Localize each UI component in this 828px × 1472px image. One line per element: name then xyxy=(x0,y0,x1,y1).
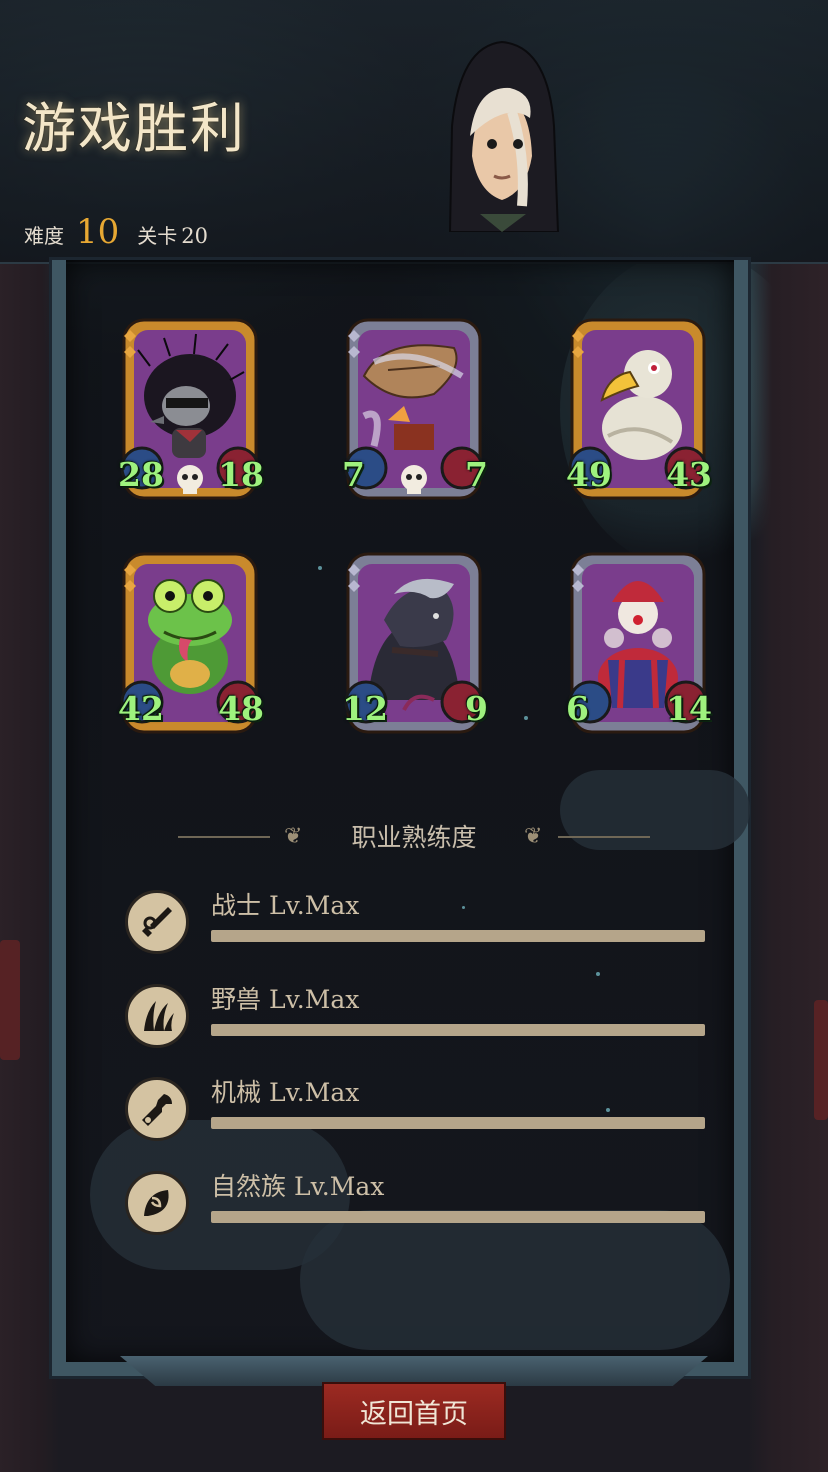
mastery-progress-fill xyxy=(211,1211,705,1223)
sparkle xyxy=(596,972,600,976)
red-glow xyxy=(814,1000,828,1120)
card-attack: 28 xyxy=(118,455,164,494)
red-glow xyxy=(0,940,20,1060)
leaf-icon xyxy=(125,1171,189,1235)
victory-title: 游戏胜利 xyxy=(22,97,246,160)
class-level: Lv.Max xyxy=(269,985,360,1014)
difficulty-value: 10 xyxy=(76,212,120,252)
card-wolf[interactable]: 12 9 xyxy=(342,550,488,736)
card-attack: 42 xyxy=(118,689,164,728)
run-info: 难度 10 关卡 20 xyxy=(24,212,208,252)
class-level: Lv.Max xyxy=(294,1172,385,1201)
result-header: 游戏胜利 难度 10 关卡 20 xyxy=(0,0,828,264)
sparkle xyxy=(318,566,322,570)
difficulty-label: 难度 xyxy=(24,224,64,248)
class-name: 战士 xyxy=(211,891,262,920)
mastery-label: 自然族 Lv.Max xyxy=(211,1167,384,1203)
class-level: Lv.Max xyxy=(269,1078,360,1107)
card-frog[interactable]: 42 48 xyxy=(118,550,264,736)
mastery-progress-fill xyxy=(211,1024,705,1036)
mastery-title: 职业熟练度 xyxy=(351,823,477,852)
mastery-progress-bar xyxy=(211,1211,705,1223)
mastery-row: 战士 Lv.Max xyxy=(125,886,709,956)
card-health: 43 xyxy=(666,455,712,494)
swirl-icon: ❦ xyxy=(524,824,543,849)
card-clown[interactable]: 6 14 xyxy=(566,550,712,736)
mastery-row: 机械 Lv.Max xyxy=(125,1073,709,1143)
card-attack: 12 xyxy=(342,689,388,728)
mastery-progress-fill xyxy=(211,1117,705,1129)
card-health: 7 xyxy=(465,455,488,494)
card-health: 48 xyxy=(218,689,264,728)
mastery-progress-fill xyxy=(211,930,705,942)
class-level: Lv.Max xyxy=(269,891,360,920)
card-health: 18 xyxy=(218,455,264,494)
class-name: 野兽 xyxy=(211,985,262,1014)
right-wall xyxy=(748,260,828,1472)
card-airship[interactable]: 77 xyxy=(342,316,488,502)
mastery-progress-bar xyxy=(211,1117,705,1129)
mastery-progress-bar xyxy=(211,1024,705,1036)
sparkle xyxy=(524,716,528,720)
mastery-label: 野兽 Lv.Max xyxy=(211,980,359,1016)
stage-label: 关卡 xyxy=(137,224,178,248)
class-name: 自然族 xyxy=(211,1172,287,1201)
mastery-label: 机械 Lv.Max xyxy=(211,1073,359,1109)
wrench-icon xyxy=(125,1077,189,1141)
card-health: 9 xyxy=(465,689,488,728)
card-health: 14 xyxy=(666,689,712,728)
return-home-button[interactable]: 返回首页 xyxy=(322,1382,506,1440)
left-wall xyxy=(0,260,60,1472)
card-hedgehog[interactable]: 28 18 xyxy=(118,316,264,502)
card-attack: 7 xyxy=(342,455,365,494)
claw-icon xyxy=(125,984,189,1048)
divider-line xyxy=(558,836,650,838)
mastery-row: 自然族 Lv.Max xyxy=(125,1167,709,1237)
stage-value: 20 xyxy=(181,224,208,248)
card-vulture[interactable]: 49 43 xyxy=(566,316,712,502)
mastery-label: 战士 Lv.Max xyxy=(211,886,359,922)
class-name: 机械 xyxy=(211,1078,262,1107)
card-attack: 49 xyxy=(566,455,612,494)
mastery-row: 野兽 Lv.Max xyxy=(125,980,709,1050)
sword-icon xyxy=(125,890,189,954)
mastery-progress-bar xyxy=(211,930,705,942)
card-attack: 6 xyxy=(566,689,589,728)
hero-portrait xyxy=(448,40,560,232)
